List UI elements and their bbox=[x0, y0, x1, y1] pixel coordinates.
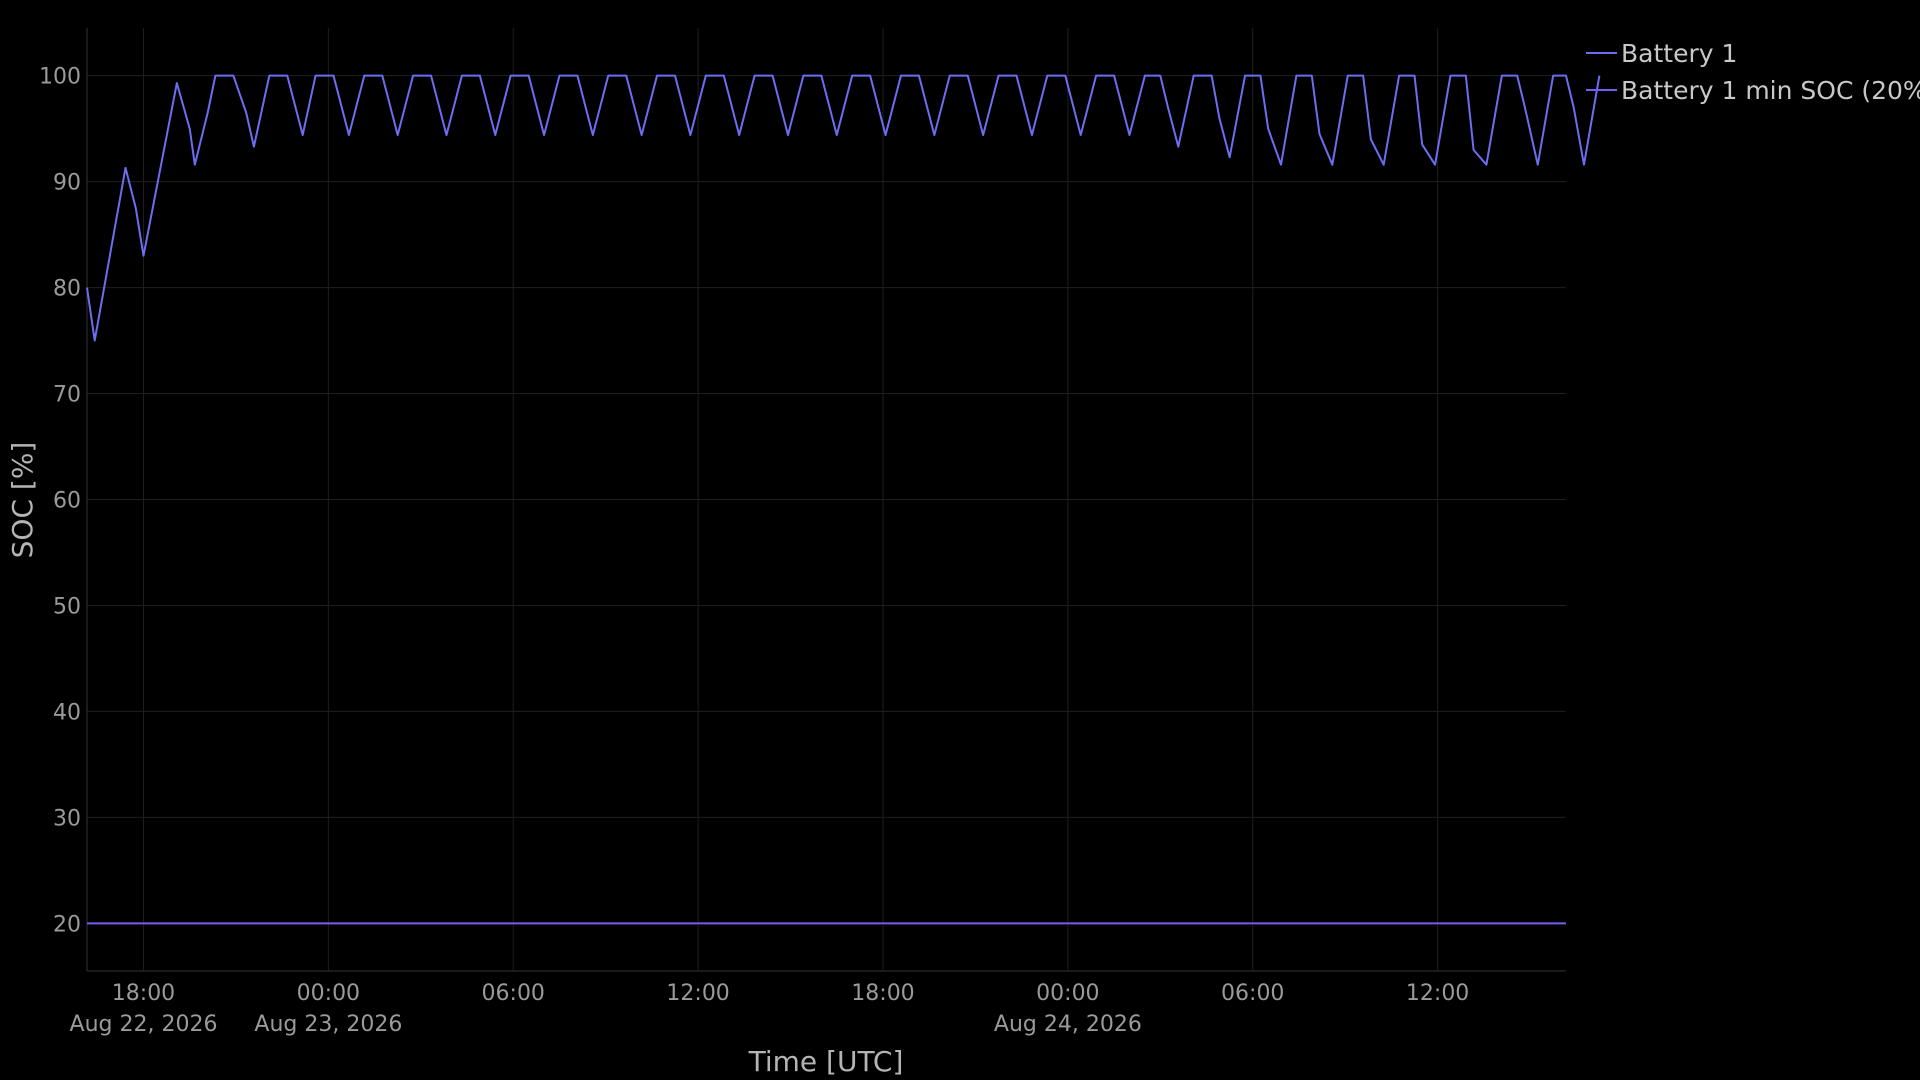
legend-label: Battery 1 bbox=[1621, 39, 1737, 68]
tick-labels: 20 30 40 50 60 70 80 90 100 18:00 Aug 22, 2026 00:0… bbox=[39, 65, 1469, 1037]
y-tick-label: 90 bbox=[53, 171, 81, 196]
y-tick-label: 70 bbox=[53, 383, 81, 408]
y-tick-label: 20 bbox=[53, 912, 81, 937]
chart-container: 20 30 40 50 60 70 80 90 100 18:00 Aug 22, 2026 00:0… bbox=[0, 0, 1920, 1080]
x-tick-sublabel: Aug 22, 2026 bbox=[70, 1012, 218, 1037]
legend-item[interactable]: Battery 1 bbox=[1586, 39, 1737, 68]
x-tick-label: 18:00 bbox=[112, 981, 175, 1006]
legend-label: Battery 1 min SOC (20%) bbox=[1621, 76, 1920, 105]
x-tick-label: 12:00 bbox=[1406, 981, 1469, 1006]
x-tick-label: 06:00 bbox=[1221, 981, 1284, 1006]
y-tick-label: 50 bbox=[53, 594, 81, 619]
x-tick-sublabel: Aug 23, 2026 bbox=[254, 1012, 402, 1037]
y-tick-label: 40 bbox=[53, 700, 81, 725]
x-tick-label: 18:00 bbox=[851, 981, 914, 1006]
legend-item[interactable]: Battery 1 min SOC (20%) bbox=[1586, 76, 1920, 105]
y-tick-label: 30 bbox=[53, 806, 81, 831]
y-tick-label: 60 bbox=[53, 489, 81, 514]
x-tick-label: 06:00 bbox=[482, 981, 545, 1006]
y-axis-title: SOC [%] bbox=[6, 442, 39, 559]
x-tick-label: 00:00 bbox=[1036, 981, 1099, 1006]
soc-line-chart: 20 30 40 50 60 70 80 90 100 18:00 Aug 22, 2026 00:0… bbox=[6, 28, 1920, 1078]
grid-lines bbox=[87, 28, 1566, 971]
x-tick-label: 12:00 bbox=[666, 981, 729, 1006]
y-tick-label: 80 bbox=[53, 277, 81, 302]
legend[interactable]: Battery 1 Battery 1 min SOC (20%) bbox=[1586, 39, 1920, 105]
x-tick-sublabel: Aug 24, 2026 bbox=[994, 1012, 1142, 1037]
x-axis-title: Time [UTC] bbox=[748, 1045, 904, 1078]
y-tick-label: 100 bbox=[39, 65, 81, 90]
x-tick-label: 00:00 bbox=[297, 981, 360, 1006]
series-line-battery-1 bbox=[86, 74, 1601, 342]
